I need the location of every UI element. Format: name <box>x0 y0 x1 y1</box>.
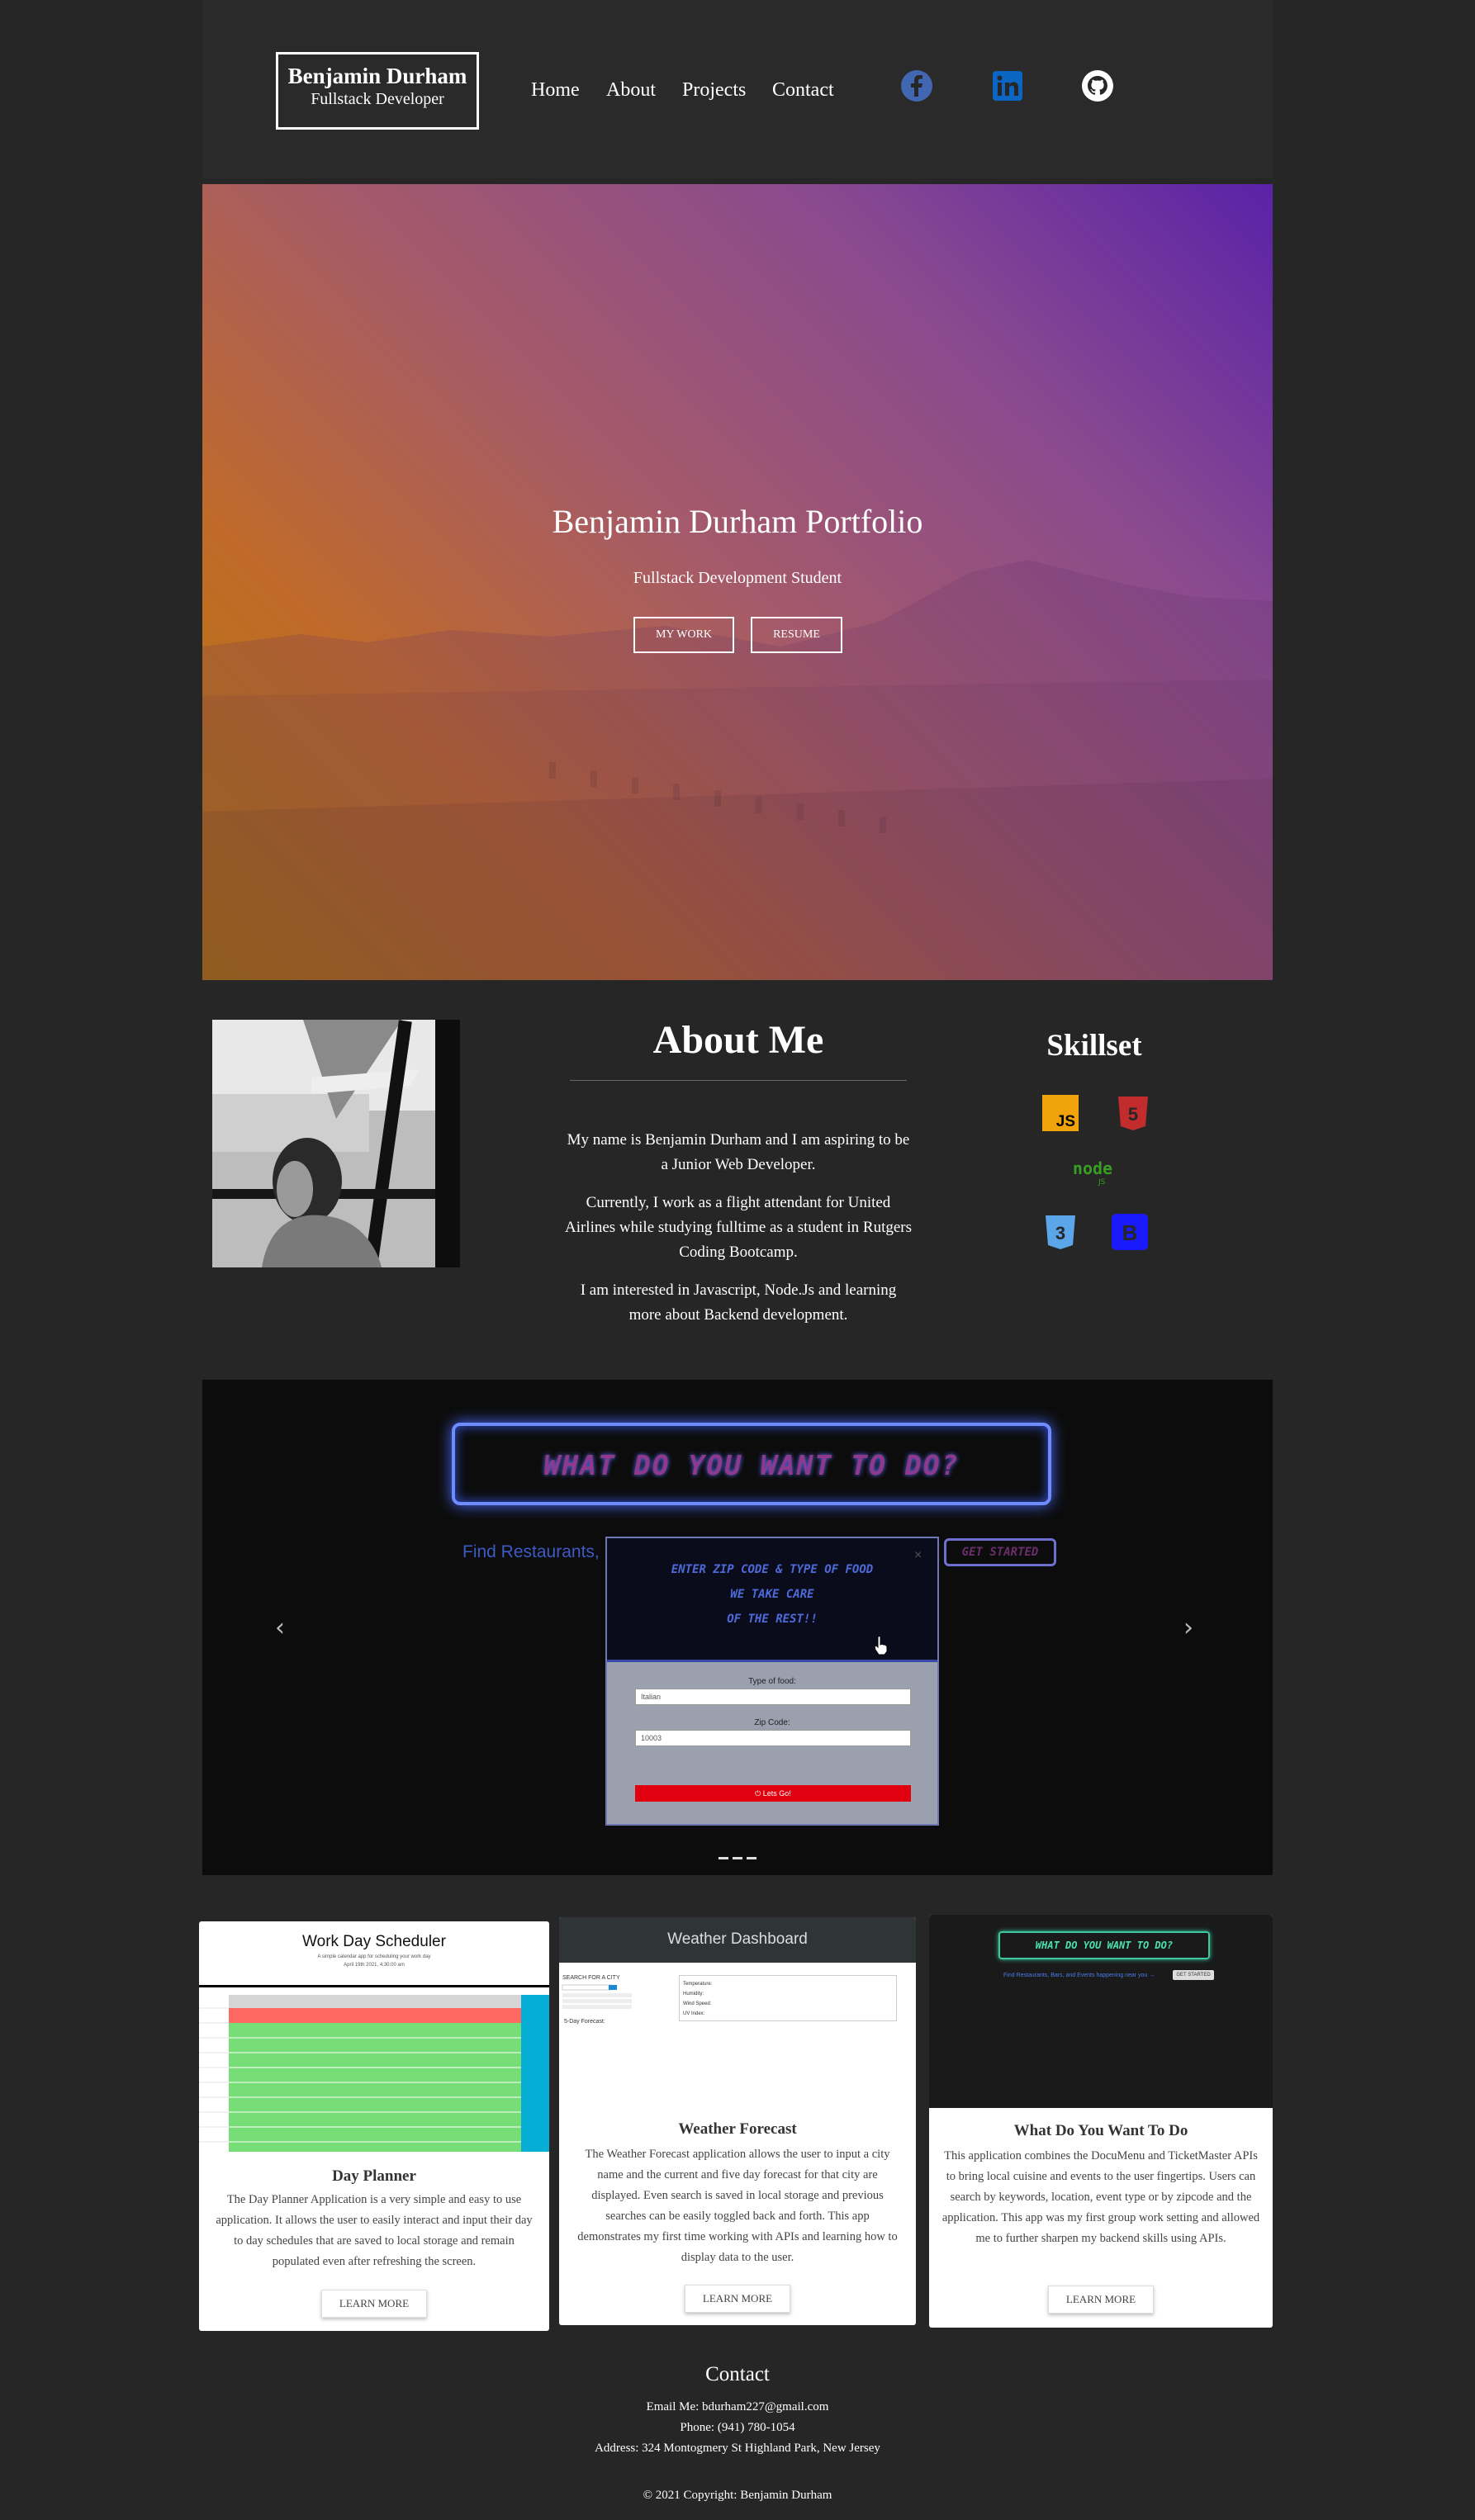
lets-go-button: ⏻ Lets Go! <box>635 1785 911 1802</box>
thumb-search-label: SEARCH FOR A CITY <box>562 1975 620 1981</box>
thumb-title: Weather Dashboard <box>667 1930 808 1948</box>
thumb-date: April 19th 2021, 4:30:00 am <box>344 1963 405 1968</box>
weather-thumb-header: Weather Dashboard <box>559 1917 916 1963</box>
learn-more-button[interactable]: LEARN MORE <box>685 2285 790 2313</box>
weather-stat-uv: UV Index: <box>683 2011 705 2016</box>
hero-banner: Benjamin Durham Portfolio Fullstack Deve… <box>202 184 1273 980</box>
nav-projects[interactable]: Projects <box>682 79 746 102</box>
card-title: Weather Forecast <box>678 2120 797 2138</box>
about-paragraph-3: I am interested in Javascript, Node.Js a… <box>580 1281 897 1324</box>
card-title: Day Planner <box>332 2167 416 2185</box>
thumb-forecast-label: 5-Day Forecast: <box>564 2019 605 2025</box>
project-card-weather-forecast: Weather Dashboard SEARCH FOR A CITY Temp… <box>559 1917 916 2325</box>
modal-line-3: OF THE REST!! <box>727 1613 818 1626</box>
wdywtd-thumbnail: WHAT DO YOU WANT TO DO? Find Restaurants… <box>929 1915 1273 2108</box>
modal-line-1: ENTER ZIP CODE & TYPE OF FOOD <box>671 1563 874 1576</box>
html5-icon: 5 <box>1115 1095 1151 1131</box>
food-select: Italian <box>635 1689 911 1705</box>
search-modal: ENTER ZIP CODE & TYPE OF FOOD WE TAKE CA… <box>605 1537 939 1826</box>
about-paragraph-2: Currently, I work as a flight attendant … <box>564 1194 913 1261</box>
footer-copyright: © 2021 Copyright: Benjamin Durham <box>643 2489 832 2502</box>
card-thumbnail-header: Work Day Scheduler A simple calendar app… <box>199 1921 549 1987</box>
nav-contact[interactable]: Contact <box>772 79 834 102</box>
about-title: About Me <box>652 1018 824 1062</box>
carousel-indicator-1[interactable] <box>719 1857 728 1859</box>
thumb-find-text: Find Restaurants, Bars, and Events happe… <box>1003 1973 1155 1978</box>
scheduler-thumbnail <box>199 1990 549 2155</box>
svg-text:5: 5 <box>1128 1104 1138 1125</box>
zip-input: 10003 <box>635 1730 911 1746</box>
card-title: What Do You Want To Do <box>1013 2122 1188 2139</box>
modal-line-2: WE TAKE CARE <box>730 1588 814 1601</box>
nav-about[interactable]: About <box>606 79 656 102</box>
carousel-indicator-2[interactable] <box>733 1857 742 1859</box>
card-description: The Day Planner Application is a very si… <box>216 2193 533 2268</box>
neon-title: WHAT DO YOU WANT TO DO? <box>543 1449 960 1481</box>
javascript-icon: JS <box>1042 1095 1079 1131</box>
skillset-title: Skillset <box>1046 1029 1142 1063</box>
modal-close-icon: × <box>914 1548 922 1562</box>
weather-stat-temperature: Temperature: <box>683 1982 713 1987</box>
cursor-hand-icon <box>873 1636 889 1660</box>
carousel-indicator-3[interactable] <box>747 1857 756 1859</box>
svg-text:JS: JS <box>1056 1113 1075 1130</box>
footer-email[interactable]: Email Me: bdurham227@gmail.com <box>0 2400 1475 2414</box>
my-work-button[interactable]: MY WORK <box>633 617 734 653</box>
linkedin-icon[interactable] <box>991 69 1024 102</box>
carousel-prev-icon[interactable]: ‹ <box>275 1613 285 1642</box>
footer-phone: Phone: (941) 780-1054 <box>680 2421 795 2434</box>
svg-text:B: B <box>1122 1220 1138 1245</box>
food-label: Type of food: <box>748 1677 796 1686</box>
hero-subtitle: Fullstack Development Student <box>633 569 842 587</box>
thumb-title: WHAT DO YOU WANT TO DO? <box>1035 1940 1174 1951</box>
learn-more-button[interactable]: LEARN MORE <box>321 2290 427 2318</box>
svg-text:3: 3 <box>1055 1223 1065 1243</box>
find-restaurants-text: Find Restaurants, <box>462 1542 600 1561</box>
footer-contact-title: Contact <box>705 2363 770 2385</box>
svg-text:JS: JS <box>1098 1178 1106 1187</box>
card-description: The Weather Forecast application allows … <box>577 2148 898 2264</box>
footer-address: Address: 324 Montogmery St Highland Park… <box>595 2442 880 2455</box>
projects-carousel: WHAT DO YOU WANT TO DO? Find Restaurants… <box>202 1380 1273 1875</box>
learn-more-button[interactable]: LEARN MORE <box>1048 2286 1154 2314</box>
nodejs-icon: node JS <box>1065 1153 1120 1189</box>
bootstrap-icon: B <box>1112 1214 1148 1250</box>
weather-stat-humidity: Humidity: <box>683 1992 704 1997</box>
profile-photo <box>212 1020 460 1267</box>
thumb-get-started: GET STARTED <box>1173 1970 1214 1980</box>
nav-home[interactable]: Home <box>531 79 580 102</box>
project-card-what-do-you-want: WHAT DO YOU WANT TO DO? Find Restaurants… <box>929 1915 1273 2328</box>
about-divider <box>570 1080 907 1081</box>
card-description: This application combines the DocuMenu a… <box>941 2149 1260 2245</box>
carousel-next-icon[interactable]: › <box>1183 1613 1193 1642</box>
brand-subtitle: Fullstack Developer <box>311 90 444 108</box>
get-started-button: GET STARTED <box>944 1538 1056 1566</box>
brand-logo[interactable]: Benjamin Durham Fullstack Developer <box>276 52 479 130</box>
weather-stat-wind: Wind Speed: <box>683 2001 712 2006</box>
github-icon[interactable] <box>1081 69 1114 102</box>
thumb-title: Work Day Scheduler <box>302 1933 446 1950</box>
about-paragraph-1: My name is Benjamin Durham and I am aspi… <box>567 1131 910 1173</box>
project-card-day-planner: Work Day Scheduler A simple calendar app… <box>199 1921 549 2331</box>
thumb-subtitle: A simple calendar app for scheduling you… <box>317 1954 431 1959</box>
resume-button[interactable]: RESUME <box>751 617 842 653</box>
facebook-icon[interactable] <box>900 69 933 102</box>
hero-title: Benjamin Durham Portfolio <box>552 503 923 540</box>
css3-icon: 3 <box>1042 1214 1079 1250</box>
svg-text:node: node <box>1073 1158 1112 1178</box>
brand-name: Benjamin Durham <box>287 64 467 88</box>
weather-stats-box: Temperature: Humidity: Wind Speed: UV In… <box>679 1975 897 2021</box>
zip-label: Zip Code: <box>754 1718 790 1727</box>
